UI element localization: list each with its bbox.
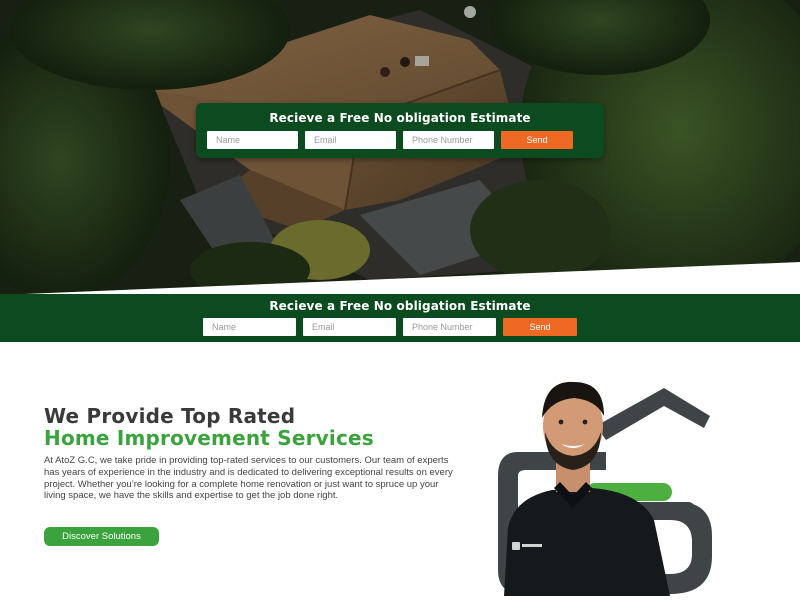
estimate-bar-title: Recieve a Free No obligation Estimate <box>269 299 531 313</box>
send-button[interactable]: Send <box>503 318 577 336</box>
name-field[interactable] <box>203 318 296 336</box>
house-s-logo-icon <box>498 381 712 596</box>
estimate-card-title: Recieve a Free No obligation Estimate <box>269 111 531 125</box>
hero-section: Recieve a Free No obligation Estimate Se… <box>0 0 800 295</box>
send-button[interactable]: Send <box>501 131 573 149</box>
section-heading-line1: We Provide Top Rated <box>44 404 296 428</box>
brand-logo-portrait <box>494 370 720 600</box>
about-paragraph: At AtoZ G.C, we take pride in providing … <box>44 455 453 502</box>
about-section: We Provide Top Rated Home Improvement Se… <box>0 342 800 600</box>
section-heading-line2: Home Improvement Services <box>44 426 374 450</box>
phone-number-field[interactable] <box>403 131 494 149</box>
phone-number-field[interactable] <box>403 318 496 336</box>
email-field[interactable] <box>305 131 396 149</box>
email-field[interactable] <box>303 318 396 336</box>
estimate-form-bar: Recieve a Free No obligation Estimate Se… <box>0 294 800 342</box>
estimate-form-card: Recieve a Free No obligation Estimate Se… <box>196 103 604 158</box>
discover-solutions-button[interactable]: Discover Solutions <box>44 527 159 546</box>
name-field[interactable] <box>207 131 298 149</box>
